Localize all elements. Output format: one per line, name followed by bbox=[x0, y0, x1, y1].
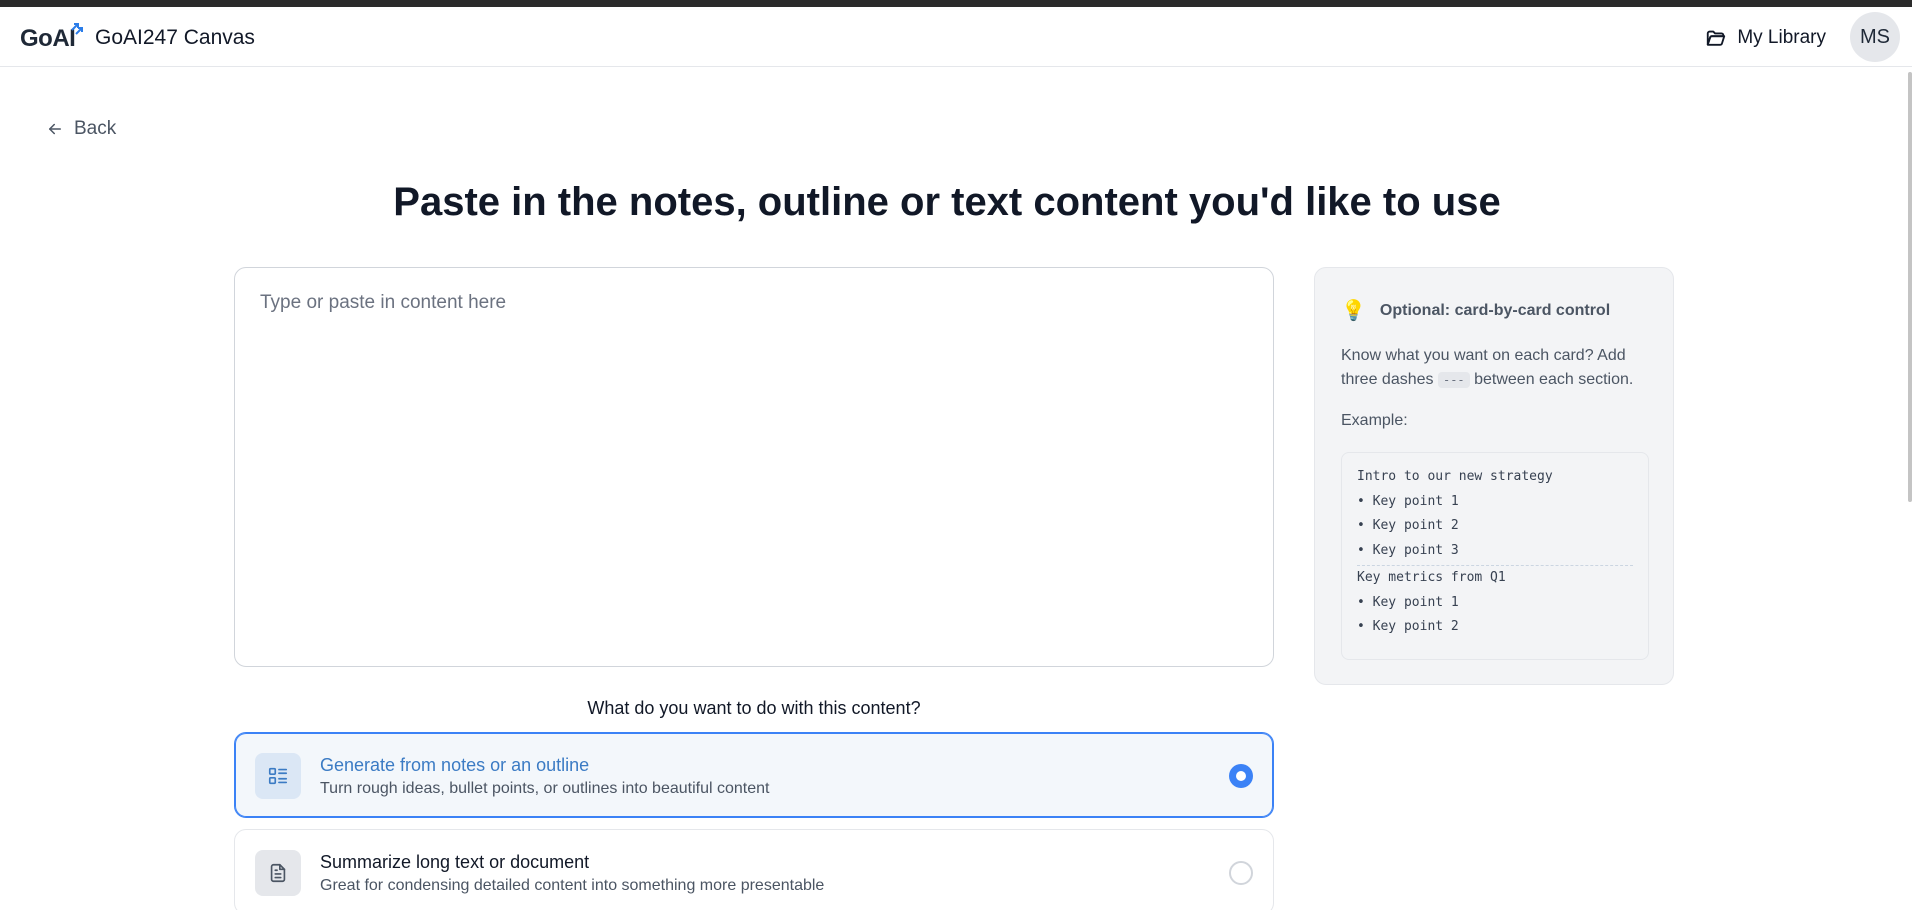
action-question: What do you want to do with this content… bbox=[587, 698, 921, 718]
content-textarea[interactable] bbox=[235, 268, 1273, 666]
tip-desc-after: between each section. bbox=[1474, 371, 1634, 388]
dashes-code: --- bbox=[1437, 372, 1470, 388]
option-description: Great for condensing detailed content in… bbox=[320, 877, 825, 894]
option-title: Summarize long text or document bbox=[320, 852, 590, 872]
list-layout-icon bbox=[255, 753, 301, 799]
option-summarize-text[interactable]: Summarize long text or document Great fo… bbox=[234, 829, 1274, 910]
my-library-button[interactable]: My Library bbox=[1705, 27, 1826, 49]
back-label: Back bbox=[74, 118, 117, 139]
logo-arrow-icon bbox=[71, 23, 83, 35]
my-library-label: My Library bbox=[1737, 27, 1826, 48]
option-title: Generate from notes or an outline bbox=[320, 755, 590, 775]
lightbulb-icon: 💡 bbox=[1341, 300, 1366, 322]
window-top-strip bbox=[0, 0, 1912, 7]
example-line: • Key point 2 bbox=[1357, 518, 1459, 533]
tip-description: Know what you want on each card? Add thr… bbox=[1341, 344, 1651, 392]
example-code-block: Intro to our new strategy • Key point 1 … bbox=[1341, 452, 1649, 660]
document-icon bbox=[255, 850, 301, 896]
example-line: • Key point 1 bbox=[1357, 594, 1459, 610]
logo-text: GoAI bbox=[20, 25, 76, 52]
example-line: • Key point 1 bbox=[1357, 493, 1459, 509]
tip-header: 💡 Optional: card-by-card control bbox=[1341, 298, 1610, 323]
card-control-tip-panel: 💡 Optional: card-by-card control Know wh… bbox=[1314, 267, 1674, 685]
user-avatar[interactable]: MS bbox=[1850, 12, 1900, 62]
tip-title: Optional: card-by-card control bbox=[1379, 301, 1611, 319]
example-line: Intro to our new strategy bbox=[1357, 469, 1553, 484]
arrow-left-icon bbox=[49, 123, 61, 135]
back-button[interactable]: Back bbox=[46, 118, 116, 140]
app-title: GoAI247 Canvas bbox=[95, 26, 255, 49]
content-input-box bbox=[234, 267, 1274, 667]
option-description: Turn rough ideas, bullet points, or outl… bbox=[320, 780, 770, 797]
option-radio-selected[interactable] bbox=[1229, 764, 1253, 788]
example-line: Key metrics from Q1 bbox=[1357, 570, 1506, 585]
option-generate-from-notes[interactable]: Generate from notes or an outline Turn r… bbox=[234, 732, 1274, 818]
example-line: • Key point 2 bbox=[1357, 619, 1459, 634]
page-scrollbar[interactable] bbox=[1908, 72, 1912, 502]
page-title: Paste in the notes, outline or text cont… bbox=[0, 180, 1912, 225]
example-label: Example: bbox=[1341, 412, 1408, 429]
example-line: • Key point 3 bbox=[1357, 542, 1459, 558]
app-header: GoAI GoAI247 Canvas My Library MS bbox=[0, 7, 1912, 67]
option-radio[interactable] bbox=[1229, 861, 1253, 885]
goai-logo[interactable]: GoAI bbox=[20, 23, 83, 54]
folder-open-icon bbox=[1707, 30, 1726, 46]
page-title-text: Paste in the notes, outline or text cont… bbox=[393, 180, 1501, 224]
